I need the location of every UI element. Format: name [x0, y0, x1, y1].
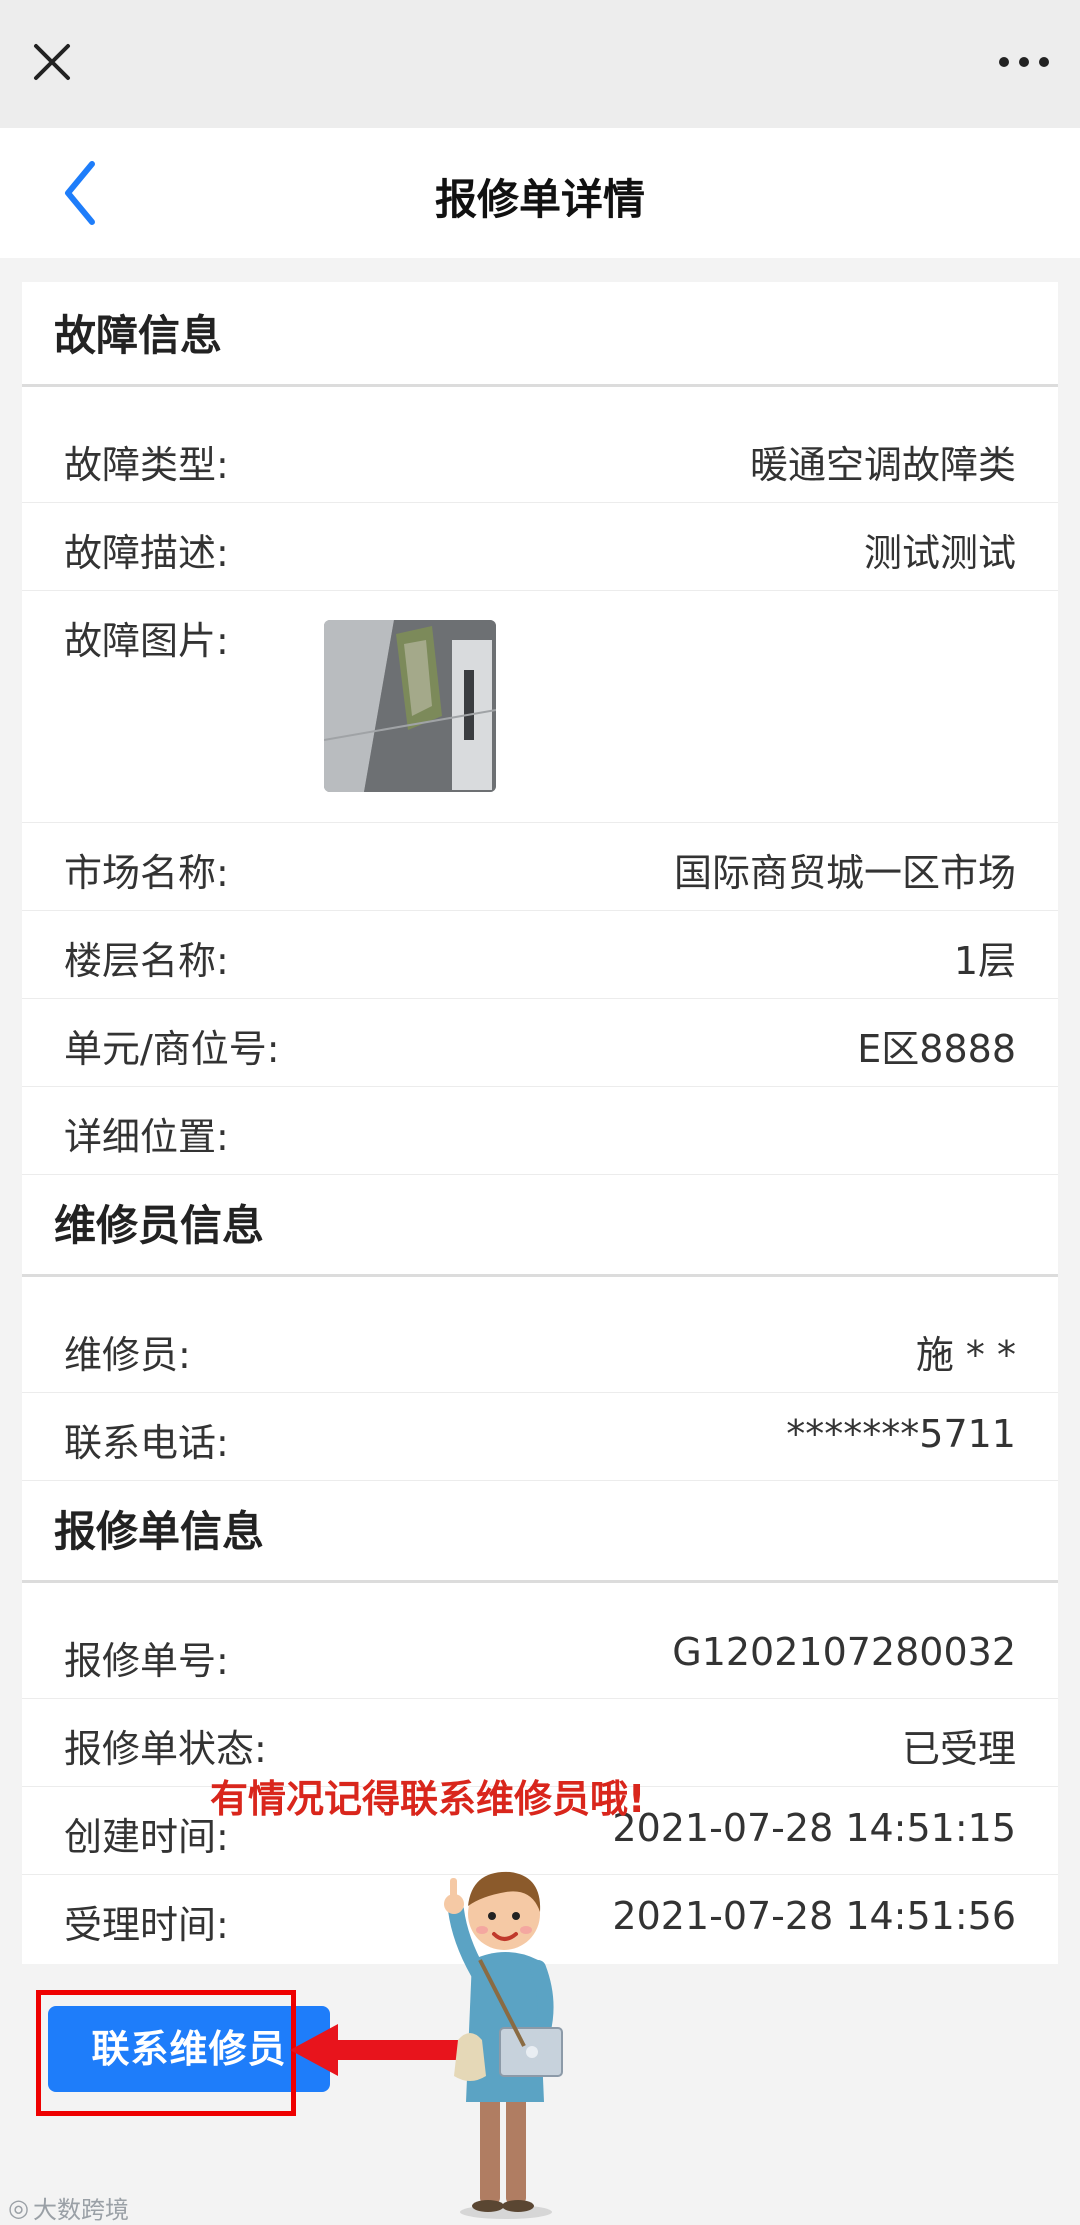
row-label: 维修员:	[64, 1333, 191, 1377]
divider	[22, 1698, 1058, 1699]
detail-card: 故障信息 故障类型: 暖通空调故障类 故障描述: 测试测试 故障图片: 市场名称…	[22, 282, 1058, 1964]
page-header: 报修单详情	[0, 128, 1080, 258]
divider	[22, 502, 1058, 503]
watermark: ◎ 大数跨境	[8, 2190, 129, 2225]
accepted-time: 2021-07-28 14:51:56	[612, 1894, 1016, 1938]
divider	[22, 910, 1058, 911]
more-icon[interactable]	[996, 48, 1052, 76]
section-title-repairer: 维修员信息	[54, 1201, 265, 1250]
fault-photo-thumbnail[interactable]	[324, 620, 496, 792]
row-label: 详细位置:	[64, 1115, 229, 1159]
annotation-highlight-box	[36, 1990, 296, 2116]
watermark-text: 大数跨境	[32, 2196, 129, 2224]
row-label: 故障类型:	[64, 443, 229, 487]
row-label: 创建时间:	[64, 1815, 229, 1859]
row-label: 市场名称:	[64, 851, 229, 895]
divider	[22, 1274, 1058, 1277]
order-status: 已受理	[901, 1727, 1016, 1771]
row-label: 楼层名称:	[64, 939, 229, 983]
watermark-logo-icon: ◎	[8, 2193, 29, 2222]
divider	[22, 1392, 1058, 1393]
divider	[22, 1580, 1058, 1583]
cartoon-person-illustration	[420, 1840, 590, 2220]
row-label: 故障描述:	[64, 531, 229, 575]
order-number: G1202107280032	[672, 1630, 1016, 1674]
divider	[22, 998, 1058, 999]
divider	[22, 590, 1058, 591]
section-title-order: 报修单信息	[54, 1507, 265, 1556]
row-value: 1层	[953, 939, 1016, 983]
row-value: 测试测试	[863, 531, 1016, 575]
row-value: E区8888	[857, 1027, 1016, 1071]
annotation-tip: 有情况记得联系维修员哦!	[210, 1777, 646, 1821]
section-title-fault: 故障信息	[54, 311, 223, 360]
row-label: 报修单状态:	[64, 1727, 267, 1771]
row-value: 暖通空调故障类	[749, 443, 1016, 487]
row-label: 报修单号:	[64, 1639, 229, 1683]
page-title: 报修单详情	[434, 175, 645, 224]
row-label: 联系电话:	[64, 1421, 229, 1465]
row-label: 受理时间:	[64, 1903, 229, 1947]
repairer-phone: *******5711	[786, 1412, 1016, 1456]
row-value: 国际商贸城一区市场	[673, 851, 1016, 895]
row-label: 单元/商位号:	[64, 1027, 280, 1071]
created-time: 2021-07-28 14:51:15	[612, 1806, 1016, 1850]
divider	[22, 822, 1058, 823]
divider	[22, 1480, 1058, 1481]
row-label: 故障图片:	[64, 619, 229, 663]
divider	[22, 1086, 1058, 1087]
divider	[22, 1174, 1058, 1175]
divider	[22, 384, 1058, 387]
close-icon[interactable]	[28, 38, 76, 86]
window-bar	[0, 0, 1080, 128]
repairer-name: 施 * *	[915, 1333, 1016, 1377]
